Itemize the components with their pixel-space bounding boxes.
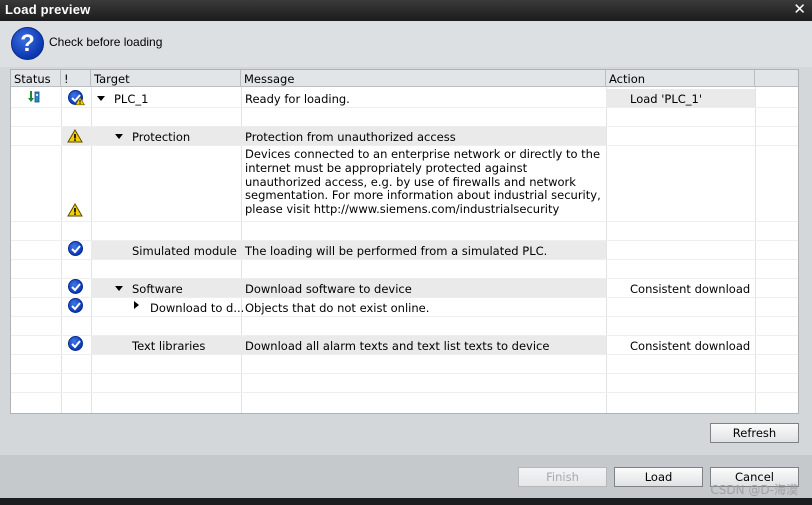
check-icon xyxy=(68,241,83,256)
message-simulated: The loading will be performed from a sim… xyxy=(245,244,548,258)
column-header-target[interactable]: Target xyxy=(91,70,241,87)
action-consistent-download[interactable]: Consistent download xyxy=(630,282,750,296)
row-divider xyxy=(11,392,798,393)
window-title: Load preview xyxy=(5,2,91,17)
check-icon xyxy=(68,279,83,294)
target-software[interactable]: Software xyxy=(132,282,183,296)
target-text-libraries[interactable]: Text libraries xyxy=(132,339,205,353)
header-subtitle: Check before loading xyxy=(49,35,163,49)
row-divider xyxy=(11,297,798,298)
warning-icon xyxy=(67,203,83,217)
title-bar: Load preview ✕ xyxy=(0,0,812,21)
close-icon[interactable]: ✕ xyxy=(793,0,806,18)
action-load-plc1[interactable]: Load 'PLC_1' xyxy=(630,92,702,106)
message-objects-not-online: Objects that do not exist online. xyxy=(245,301,430,315)
action-consistent-download[interactable]: Consistent download xyxy=(630,339,750,353)
row-divider xyxy=(11,373,798,374)
grid-divider xyxy=(606,87,607,413)
warning-icon xyxy=(75,96,85,106)
check-icon xyxy=(68,336,83,351)
load-button[interactable]: Load xyxy=(614,467,703,487)
message-text-libraries: Download all alarm texts and text list t… xyxy=(245,339,550,353)
dialog-header: ? Check before loading xyxy=(0,21,812,67)
question-icon: ? xyxy=(11,27,44,60)
row-divider xyxy=(11,145,798,146)
message-protection: Protection from unauthorized access xyxy=(245,130,456,144)
row-divider xyxy=(11,354,798,355)
row-divider xyxy=(11,107,798,108)
finish-button[interactable]: Finish xyxy=(518,467,607,487)
column-header-flag[interactable]: ! xyxy=(61,70,91,87)
row-divider xyxy=(11,221,798,222)
refresh-button[interactable]: Refresh xyxy=(710,423,799,443)
message-ready: Ready for loading. xyxy=(245,92,350,106)
column-header-action[interactable]: Action xyxy=(606,70,755,87)
column-header-status[interactable]: Status xyxy=(11,70,61,87)
target-protection[interactable]: Protection xyxy=(132,130,190,144)
download-status-icon xyxy=(28,91,40,103)
collapsed-arrow-icon[interactable] xyxy=(134,301,139,309)
watermark-text: CSDN @D-海漠 xyxy=(710,483,798,497)
target-plc1[interactable]: PLC_1 xyxy=(114,92,148,106)
warning-icon xyxy=(67,129,83,143)
bottom-edge xyxy=(0,498,812,505)
row-divider xyxy=(11,316,798,317)
expand-arrow-icon[interactable] xyxy=(97,96,105,101)
target-download-to-device[interactable]: Download to d... xyxy=(150,301,244,315)
load-preview-table: Status ! Target Message Action PLC_1 Rea… xyxy=(10,69,799,414)
column-header-spacer xyxy=(755,70,798,87)
target-simulated-module[interactable]: Simulated module xyxy=(132,244,237,258)
message-software: Download software to device xyxy=(245,282,412,296)
message-security-note: Devices connected to an enterprise netwo… xyxy=(245,147,601,217)
check-icon xyxy=(68,298,83,313)
grid-divider xyxy=(755,87,756,413)
load-preview-dialog: Load preview ✕ ? Check before loading St… xyxy=(0,0,812,505)
expand-arrow-icon[interactable] xyxy=(115,134,123,139)
expand-arrow-icon[interactable] xyxy=(115,286,123,291)
row-divider xyxy=(11,259,798,260)
column-header-message[interactable]: Message xyxy=(241,70,606,87)
